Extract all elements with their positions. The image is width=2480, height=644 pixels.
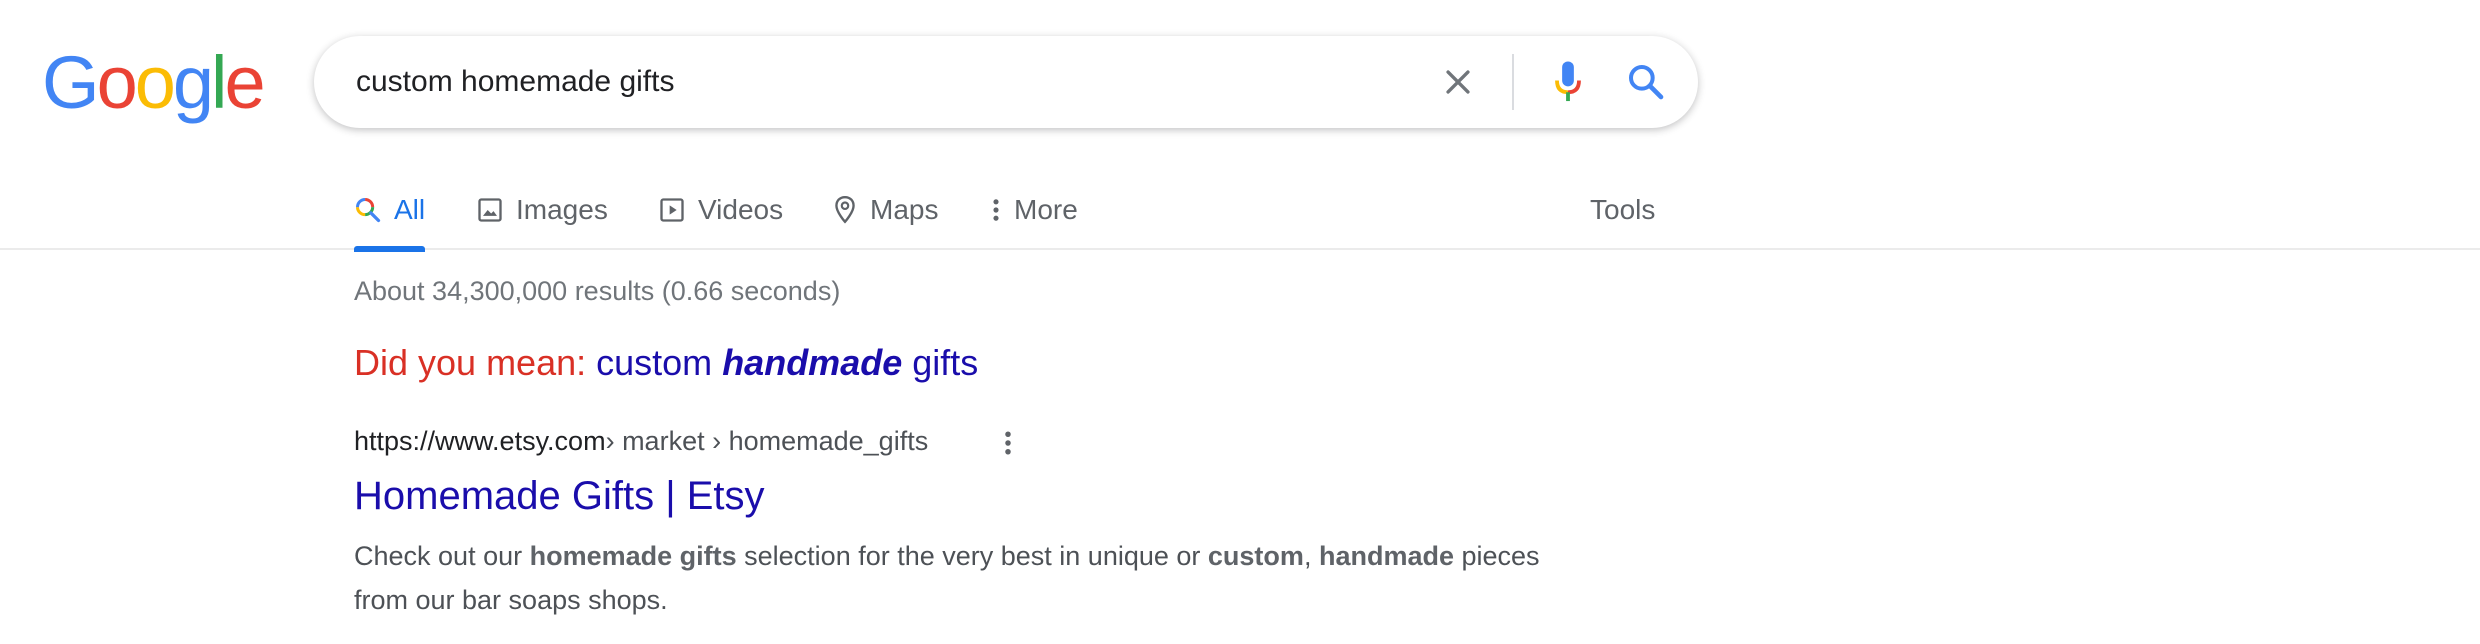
suggested-query-link[interactable]: custom handmade gifts xyxy=(596,342,978,383)
tab-label: More xyxy=(1014,194,1078,225)
voice-search-button[interactable] xyxy=(1536,36,1600,128)
suggested-query-text: custom xyxy=(596,342,723,383)
suggested-query-text: gifts xyxy=(902,342,979,383)
tools-label: Tools xyxy=(1590,194,1656,225)
search-box xyxy=(314,36,1698,128)
tab-label: All xyxy=(394,194,426,225)
search-tabs: All Images Videos Maps More Tools xyxy=(0,170,2480,252)
logo-letter: e xyxy=(224,41,265,124)
tab-all[interactable]: All xyxy=(354,170,426,252)
search-divider xyxy=(1512,54,1514,110)
tab-images[interactable]: Images xyxy=(476,170,608,250)
more-vert-icon xyxy=(993,199,999,221)
result-url[interactable]: https://www.etsy.com › market › homemade… xyxy=(354,426,928,457)
did-you-mean-label: Did you mean: xyxy=(354,342,587,383)
result-breadcrumb: › market › homemade_gifts xyxy=(605,426,929,456)
tab-label: Maps xyxy=(870,194,939,225)
snippet-text: Check out our xyxy=(354,541,530,571)
search-icon xyxy=(1629,65,1664,100)
logo-letter: o xyxy=(96,41,138,124)
close-icon xyxy=(1446,70,1470,94)
tab-maps[interactable]: Maps xyxy=(832,170,938,250)
google-logo[interactable]: Google xyxy=(42,41,266,124)
play-icon xyxy=(660,198,684,222)
snippet-bold: homemade gifts xyxy=(529,541,737,571)
tools-button[interactable]: Tools xyxy=(1590,170,1655,250)
image-icon xyxy=(478,198,502,222)
snippet-text: selection for the very best in unique or xyxy=(736,541,1208,571)
result-options-button[interactable] xyxy=(994,426,1022,460)
search-icon xyxy=(355,197,381,223)
clear-button[interactable] xyxy=(1426,36,1490,128)
search-button[interactable] xyxy=(1614,36,1678,128)
result-snippet: Check out our homemade gifts selection f… xyxy=(354,534,1554,622)
snippet-bold: handmade xyxy=(1318,541,1454,571)
snippet-bold: custom xyxy=(1207,541,1304,571)
result-domain: https://www.etsy.com xyxy=(354,426,606,456)
tab-more[interactable]: More xyxy=(990,170,1078,250)
snippet-text: , xyxy=(1303,541,1319,571)
logo-letter: l xyxy=(211,41,228,124)
microphone-icon xyxy=(1555,61,1581,102)
more-vert-icon xyxy=(1005,431,1011,455)
map-pin-icon xyxy=(835,195,855,224)
logo-letter: o xyxy=(134,41,176,124)
search-input[interactable] xyxy=(356,36,1356,128)
result-title-link[interactable]: Homemade Gifts | Etsy xyxy=(354,474,765,519)
logo-letter: G xyxy=(42,41,100,124)
logo-letter: g xyxy=(172,41,214,124)
tab-label: Videos xyxy=(698,194,784,225)
tab-label: Images xyxy=(516,194,608,225)
result-stats: About 34,300,000 results (0.66 seconds) xyxy=(354,276,841,306)
tab-videos[interactable]: Videos xyxy=(658,170,783,250)
suggested-query-bold: handmade xyxy=(722,342,903,383)
search-results-page: Google custom homemade gifts All Images … xyxy=(0,0,2480,644)
spelling-suggestion: Did you mean: custom handmade gifts xyxy=(354,342,978,384)
